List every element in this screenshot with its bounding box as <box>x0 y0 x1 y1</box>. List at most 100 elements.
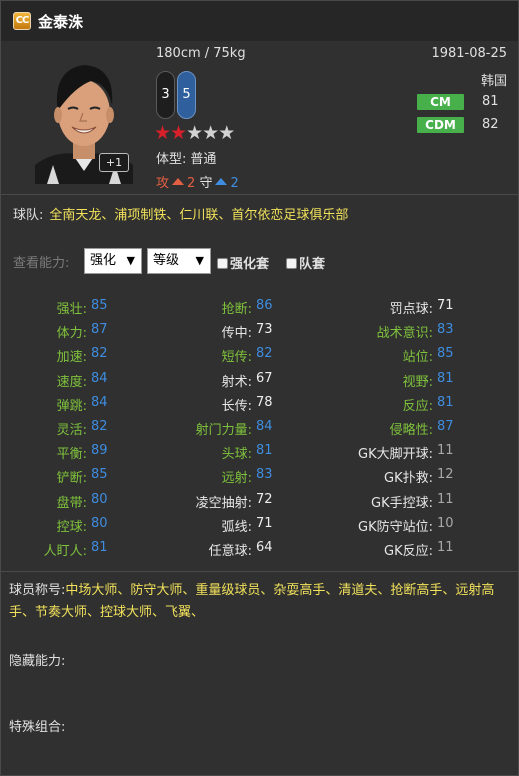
right-foot-value: 5 <box>182 87 191 102</box>
stat-label: 强壮: <box>56 302 87 317</box>
stat-col3-2: 站位: 85 <box>359 346 469 366</box>
stat-label: 铲断: <box>56 471 87 487</box>
right-foot-icon: 5 <box>177 71 196 119</box>
stat-value: 11 <box>437 540 454 555</box>
position-rating: 82 <box>482 117 499 132</box>
view-label: 查看能力: <box>13 256 70 271</box>
stat-value: 85 <box>91 467 108 483</box>
stat-col3-5: 侵略性: 87 <box>359 419 469 439</box>
stat-col2-5: 射门力量: 84 <box>178 419 288 439</box>
stat-value: 81 <box>437 394 454 410</box>
stat-col3-9: GK防守站位: 10 <box>358 515 469 536</box>
stat-value: 87 <box>437 419 454 434</box>
stat-col2-8: 凌空抽射: 72 <box>178 492 288 512</box>
stat-col1-9: 控球: 80 <box>13 516 123 536</box>
stat-col2-3: 射术: 67 <box>178 371 288 391</box>
stat-value: 67 <box>256 370 273 386</box>
hidden-abilities-label: 隐藏能力: <box>9 654 66 669</box>
stat-label: 传中: <box>221 326 252 342</box>
body-type: 体型: 普通 <box>156 148 216 167</box>
left-foot-icon: 3 <box>156 71 175 119</box>
enhance-select[interactable]: 强化 ▼ <box>84 248 142 274</box>
stat-col1-5: 灵活: 82 <box>13 419 123 439</box>
stat-col2-1: 传中: 73 <box>178 322 288 342</box>
star-empty-icon: ★ <box>186 122 203 144</box>
stat-col1-3: 速度: 84 <box>13 371 123 391</box>
birthdate: 1981-08-25 <box>431 46 507 61</box>
stat-label: 头球: <box>221 447 252 463</box>
stat-value: 83 <box>437 322 454 338</box>
titles-label: 球员称号: <box>9 583 66 598</box>
season-badge-icon: CC <box>13 12 31 30</box>
position-row: CDM 82 <box>417 117 507 134</box>
stat-label: 体力: <box>56 326 87 342</box>
stat-label: 短传: <box>221 350 252 366</box>
position-row: CM 81 <box>417 94 507 111</box>
stat-col1-2: 加速: 82 <box>13 346 123 366</box>
level-select[interactable]: 等级 ▼ <box>147 248 211 274</box>
stat-label: 平衡: <box>56 447 87 463</box>
stat-label: 加速: <box>56 350 87 366</box>
stat-value: 10 <box>437 515 454 531</box>
stat-col1-7: 铲断: 85 <box>13 467 123 487</box>
stat-label: GK大脚开球: <box>358 447 433 463</box>
player-titles: 球员称号:中场大师、防守大师、重量级球员、杂耍高手、清道夫、抢断高手、远射高手、… <box>9 580 514 624</box>
work-rate: 攻2 守2 <box>156 172 239 191</box>
height-weight: 180cm / 75kg <box>156 46 246 61</box>
stat-value: 84 <box>91 370 108 386</box>
stat-label: 射门力量: <box>195 423 252 438</box>
stat-value: 80 <box>91 515 108 531</box>
stat-col3-0: 罚点球: 71 <box>359 298 469 318</box>
stat-label: 抢断: <box>221 302 252 317</box>
stat-label: 盘带: <box>56 495 87 511</box>
stat-value: 81 <box>256 443 273 459</box>
stat-value: 81 <box>437 370 454 386</box>
stat-col1-6: 平衡: 89 <box>13 443 123 463</box>
stat-value: 11 <box>437 443 454 459</box>
enhance-set-checkbox[interactable]: 强化套 <box>217 253 269 272</box>
body-type-label: 体型: <box>156 152 187 167</box>
stat-label: 控球: <box>56 519 87 535</box>
card-header: CC 金泰洙 <box>1 1 518 41</box>
stat-value: 72 <box>256 491 273 507</box>
position-rating: 81 <box>482 94 499 109</box>
stat-label: GK扑救: <box>384 471 433 487</box>
stat-label: 弧线: <box>221 519 252 535</box>
left-foot-value: 3 <box>161 87 170 102</box>
enhance-set-label: 强化套 <box>230 257 270 272</box>
stat-col1-8: 盘带: 80 <box>13 492 123 512</box>
stat-label: 罚点球: <box>389 302 433 317</box>
player-card: CC 金泰洙 +1 180cm / 75kg 1981-08-25 韩国 3 5… <box>0 0 519 776</box>
stat-label: GK防守站位: <box>358 519 433 535</box>
stat-value: 80 <box>91 491 108 507</box>
team-history: 球队: 全南天龙、浦项制铁、仁川联、首尔依恋足球俱乐部 <box>13 204 348 223</box>
stat-value: 11 <box>437 491 454 507</box>
arrow-up-icon <box>215 178 228 185</box>
titles-value: 中场大师、防守大师、重量级球员、杂耍高手、清道夫、抢断高手、远射高手、节奏大师、… <box>9 583 495 620</box>
star-empty-icon: ★ <box>202 122 219 144</box>
body-type-value: 普通 <box>190 152 217 167</box>
nationality: 韩国 <box>480 74 507 89</box>
stat-col1-10: 人盯人: 81 <box>13 540 123 560</box>
special-combination-label: 特殊组合: <box>9 720 66 735</box>
stat-col1-1: 体力: 87 <box>13 322 123 342</box>
stat-col2-0: 抢断: 86 <box>178 298 288 318</box>
stat-value: 81 <box>91 540 108 555</box>
caret-down-icon: ▼ <box>126 254 135 267</box>
stat-value: 87 <box>91 322 108 338</box>
star-filled-icon: ★ <box>154 122 171 144</box>
stat-col3-1: 战术意识: 83 <box>359 322 469 342</box>
stat-value: 78 <box>256 394 273 410</box>
stat-col2-9: 弧线: 71 <box>178 516 288 536</box>
stat-label: 视野: <box>402 374 433 390</box>
stat-label: 站位: <box>402 350 433 366</box>
checkbox-icon <box>286 258 297 269</box>
team-set-checkbox[interactable]: 队套 <box>286 253 325 272</box>
stat-col2-10: 任意球: 64 <box>178 540 288 560</box>
stat-label: 侵略性: <box>389 423 433 438</box>
stat-col3-8: GK手控球: 11 <box>359 492 469 512</box>
stat-col1-4: 弹跳: 84 <box>13 395 123 415</box>
stat-value: 85 <box>91 298 108 313</box>
player-name: 金泰洙 <box>38 13 84 31</box>
team-set-label: 队套 <box>299 257 326 272</box>
